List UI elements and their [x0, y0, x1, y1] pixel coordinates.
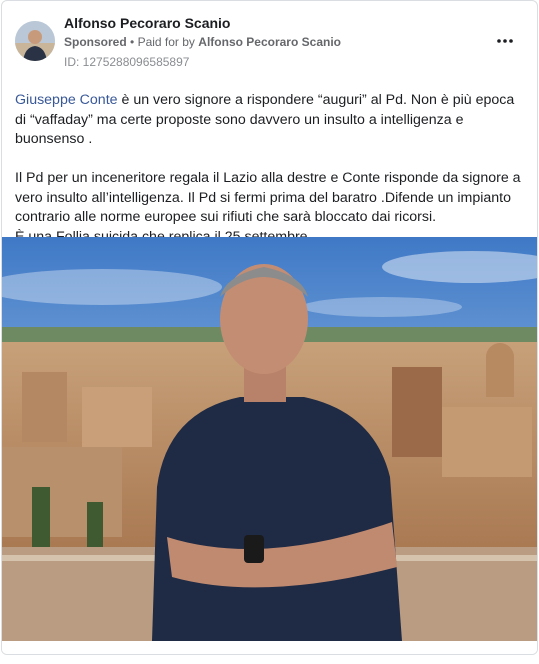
page-name-link[interactable]: Alfonso Pecoraro Scanio — [64, 15, 230, 31]
sponsored-line: Sponsored • Paid for by Alfonso Pecoraro… — [64, 35, 341, 49]
post-photo — [2, 237, 537, 641]
post-body: Giuseppe Conte è un vero signore a rispo… — [15, 91, 527, 247]
page-avatar[interactable] — [15, 21, 55, 61]
post-paragraph-2: Il Pd per un inceneritore regala il Lazi… — [15, 170, 521, 225]
paid-for-prefix: Paid for by — [137, 35, 195, 49]
avatar-photo — [15, 21, 55, 61]
sponsored-label: Sponsored — [64, 35, 127, 49]
mention-link[interactable]: Giuseppe Conte — [15, 92, 118, 108]
more-horizontal-icon — [497, 39, 513, 43]
ad-post-card: Alfonso Pecoraro Scanio Sponsored • Paid… — [1, 0, 538, 655]
more-options-button[interactable] — [495, 31, 515, 51]
post-header: Alfonso Pecoraro Scanio Sponsored • Paid… — [2, 1, 537, 81]
post-footer — [2, 641, 537, 654]
post-paragraph-1: Giuseppe Conte è un vero signore a rispo… — [15, 91, 527, 150]
paid-for-name: Alfonso Pecoraro Scanio — [198, 35, 341, 49]
meta-separator: • — [130, 35, 135, 49]
ad-id: ID: 1275288096585897 — [64, 55, 190, 69]
post-image[interactable] — [2, 237, 537, 641]
